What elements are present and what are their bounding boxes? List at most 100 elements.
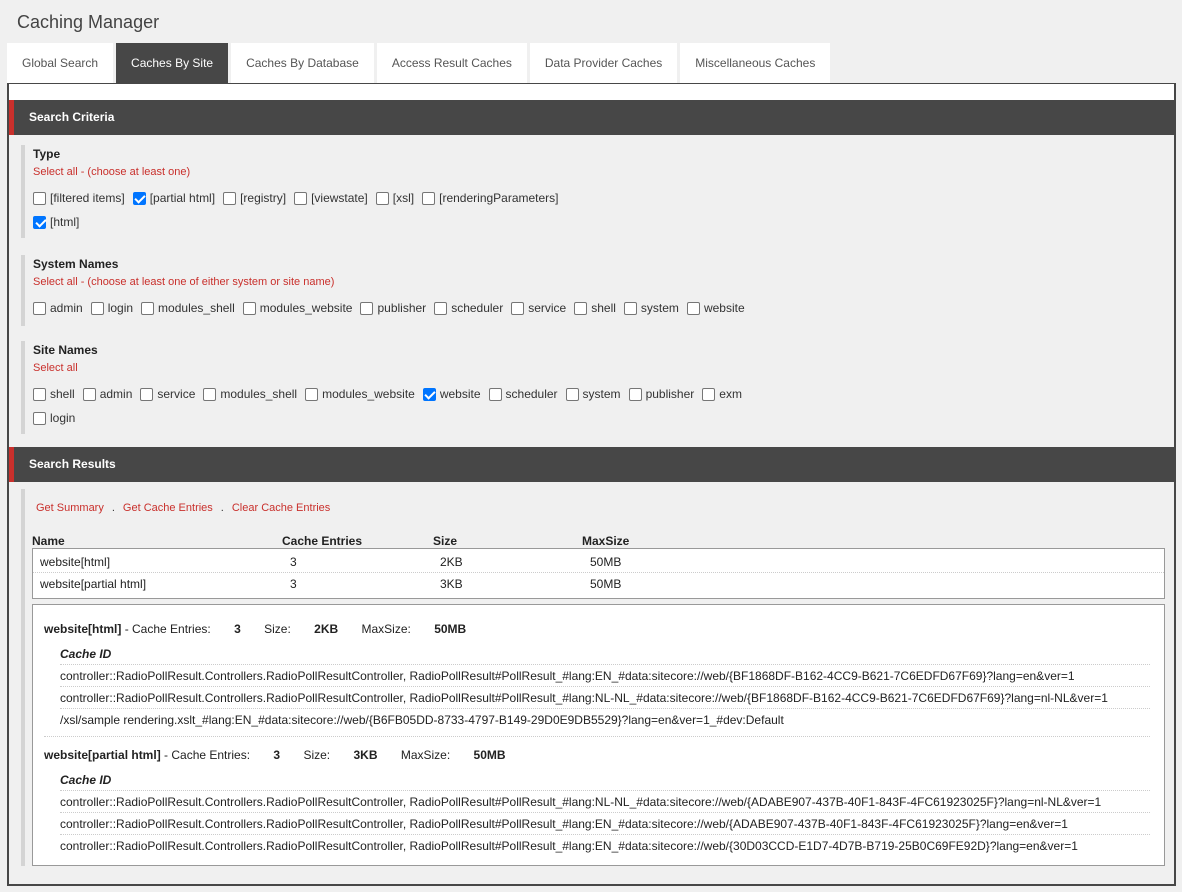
checkbox[interactable] xyxy=(82,387,96,401)
cell-size: 3KB xyxy=(440,577,463,591)
type-option-html[interactable]: [html] xyxy=(33,210,79,234)
checkbox[interactable] xyxy=(702,387,716,401)
type-option-viewstate[interactable]: [viewstate] xyxy=(294,186,368,210)
checkbox-checked[interactable] xyxy=(422,387,436,401)
site-option-service[interactable]: service xyxy=(140,382,195,406)
tab-bar: Global Search Caches By Site Caches By D… xyxy=(7,43,833,83)
type-option-rendering-parameters[interactable]: [renderingParameters] xyxy=(422,186,559,210)
checkbox-label: website xyxy=(703,301,745,315)
tab-access-result-caches[interactable]: Access Result Caches xyxy=(376,43,527,83)
cell-name: website[partial html] xyxy=(40,577,147,591)
checkbox[interactable] xyxy=(140,387,154,401)
results-actions: Get Summary. Get Cache Entries. Clear Cach… xyxy=(36,502,330,514)
checkbox[interactable] xyxy=(141,301,155,315)
checkbox-label: [xsl] xyxy=(392,191,415,205)
detail-entries-value: 3 xyxy=(273,748,281,762)
site-option-system[interactable]: system xyxy=(565,382,621,406)
checkbox[interactable] xyxy=(686,301,700,315)
system-names-select-all-link[interactable]: Select all - (choose at least one of eit… xyxy=(33,276,334,288)
tab-global-search[interactable]: Global Search xyxy=(7,43,114,83)
system-option-modules-shell[interactable]: modules_shell xyxy=(141,296,235,320)
results-left-bar xyxy=(21,489,25,866)
site-option-modules-shell[interactable]: modules_shell xyxy=(203,382,297,406)
checkbox[interactable] xyxy=(203,387,217,401)
site-names-select-all-link[interactable]: Select all xyxy=(33,362,78,374)
detail-name: website[html] xyxy=(44,622,122,636)
checkbox[interactable] xyxy=(294,191,308,205)
system-option-website[interactable]: website xyxy=(686,296,745,320)
checkbox[interactable] xyxy=(623,301,637,315)
type-option-registry[interactable]: [registry] xyxy=(223,186,286,210)
system-option-login[interactable]: login xyxy=(90,296,133,320)
system-option-admin[interactable]: admin xyxy=(33,296,83,320)
checkbox-checked[interactable] xyxy=(132,191,146,205)
checkbox[interactable] xyxy=(375,191,389,205)
checkbox-label: modules_website xyxy=(322,387,415,401)
cache-details-panel: website[html] - Cache Entries: 3 Size: 2… xyxy=(32,604,1165,866)
site-option-publisher[interactable]: publisher xyxy=(628,382,694,406)
detail-size-value: 3KB xyxy=(353,748,378,762)
system-option-system[interactable]: system xyxy=(623,296,679,320)
cache-id-row: controller::RadioPollResult.Controllers.… xyxy=(60,834,1150,856)
site-option-modules-website[interactable]: modules_website xyxy=(305,382,415,406)
checkbox-label: website xyxy=(439,387,481,401)
site-option-admin[interactable]: admin xyxy=(82,382,132,406)
checkbox[interactable] xyxy=(33,301,46,315)
column-name: Name xyxy=(32,534,65,548)
system-option-scheduler[interactable]: scheduler xyxy=(434,296,503,320)
detail-maxsize-label: MaxSize: xyxy=(400,748,451,762)
detail-size-label: Size: xyxy=(303,748,331,762)
system-option-shell[interactable]: shell xyxy=(574,296,616,320)
detail-size-label: Size: xyxy=(264,622,291,636)
site-names-group: Site Names Select all shell admin servic… xyxy=(21,341,1161,434)
get-cache-entries-link[interactable]: Get Cache Entries xyxy=(123,502,213,514)
checkbox[interactable] xyxy=(422,191,436,205)
checkbox[interactable] xyxy=(33,387,46,401)
checkbox[interactable] xyxy=(488,387,502,401)
checkbox[interactable] xyxy=(90,301,104,315)
table-row[interactable]: website[html] 3 2KB 50MB xyxy=(33,551,1164,573)
detail-heading: website[html] - Cache Entries: 3 Size: 2… xyxy=(44,622,466,636)
checkbox-checked[interactable] xyxy=(33,215,46,229)
site-option-website[interactable]: website xyxy=(422,382,481,406)
checkbox[interactable] xyxy=(360,301,374,315)
system-names-group: System Names Select all - (choose at lea… xyxy=(21,255,1161,326)
checkbox-label: modules_shell xyxy=(158,301,235,315)
tab-miscellaneous-caches[interactable]: Miscellaneous Caches xyxy=(680,43,831,83)
type-option-filtered-items[interactable]: [filtered items] xyxy=(33,186,125,210)
tab-caches-by-database[interactable]: Caches By Database xyxy=(231,43,374,83)
checkbox[interactable] xyxy=(33,191,46,205)
detail-separator xyxy=(44,736,1150,737)
clear-cache-entries-link[interactable]: Clear Cache Entries xyxy=(232,502,330,514)
system-option-service[interactable]: service xyxy=(511,296,566,320)
tab-content: Search Criteria Type Select all - (choos… xyxy=(7,83,1176,886)
system-option-modules-website[interactable]: modules_website xyxy=(242,296,352,320)
site-option-login[interactable]: login xyxy=(33,406,75,430)
checkbox[interactable] xyxy=(242,301,256,315)
checkbox[interactable] xyxy=(223,191,237,205)
table-row[interactable]: website[partial html] 3 3KB 50MB xyxy=(33,573,1164,595)
type-option-partial-html[interactable]: [partial html] xyxy=(132,186,215,210)
type-select-all-link[interactable]: Select all - (choose at least one) xyxy=(33,166,190,178)
checkbox[interactable] xyxy=(434,301,448,315)
cache-id-row: controller::RadioPollResult.Controllers.… xyxy=(60,664,1150,686)
cache-id-title: Cache ID xyxy=(60,647,112,661)
checkbox[interactable] xyxy=(33,411,46,425)
tab-data-provider-caches[interactable]: Data Provider Caches xyxy=(529,43,678,83)
checkbox[interactable] xyxy=(565,387,579,401)
get-summary-link[interactable]: Get Summary xyxy=(36,502,104,514)
site-option-scheduler[interactable]: scheduler xyxy=(488,382,558,406)
checkbox[interactable] xyxy=(574,301,588,315)
system-option-publisher[interactable]: publisher xyxy=(360,296,426,320)
site-names-options: shell admin service modules_shell module… xyxy=(33,382,1161,430)
tab-caches-by-site[interactable]: Caches By Site xyxy=(116,43,229,83)
site-option-exm[interactable]: exm xyxy=(702,382,742,406)
checkbox[interactable] xyxy=(628,387,642,401)
type-option-xsl[interactable]: [xsl] xyxy=(375,186,415,210)
site-option-shell[interactable]: shell xyxy=(33,382,75,406)
checkbox[interactable] xyxy=(511,301,525,315)
column-cache-entries: Cache Entries xyxy=(282,534,363,548)
checkbox[interactable] xyxy=(305,387,319,401)
detail-maxsize-value: 50MB xyxy=(473,748,506,762)
detail-entries-value: 3 xyxy=(234,622,241,636)
